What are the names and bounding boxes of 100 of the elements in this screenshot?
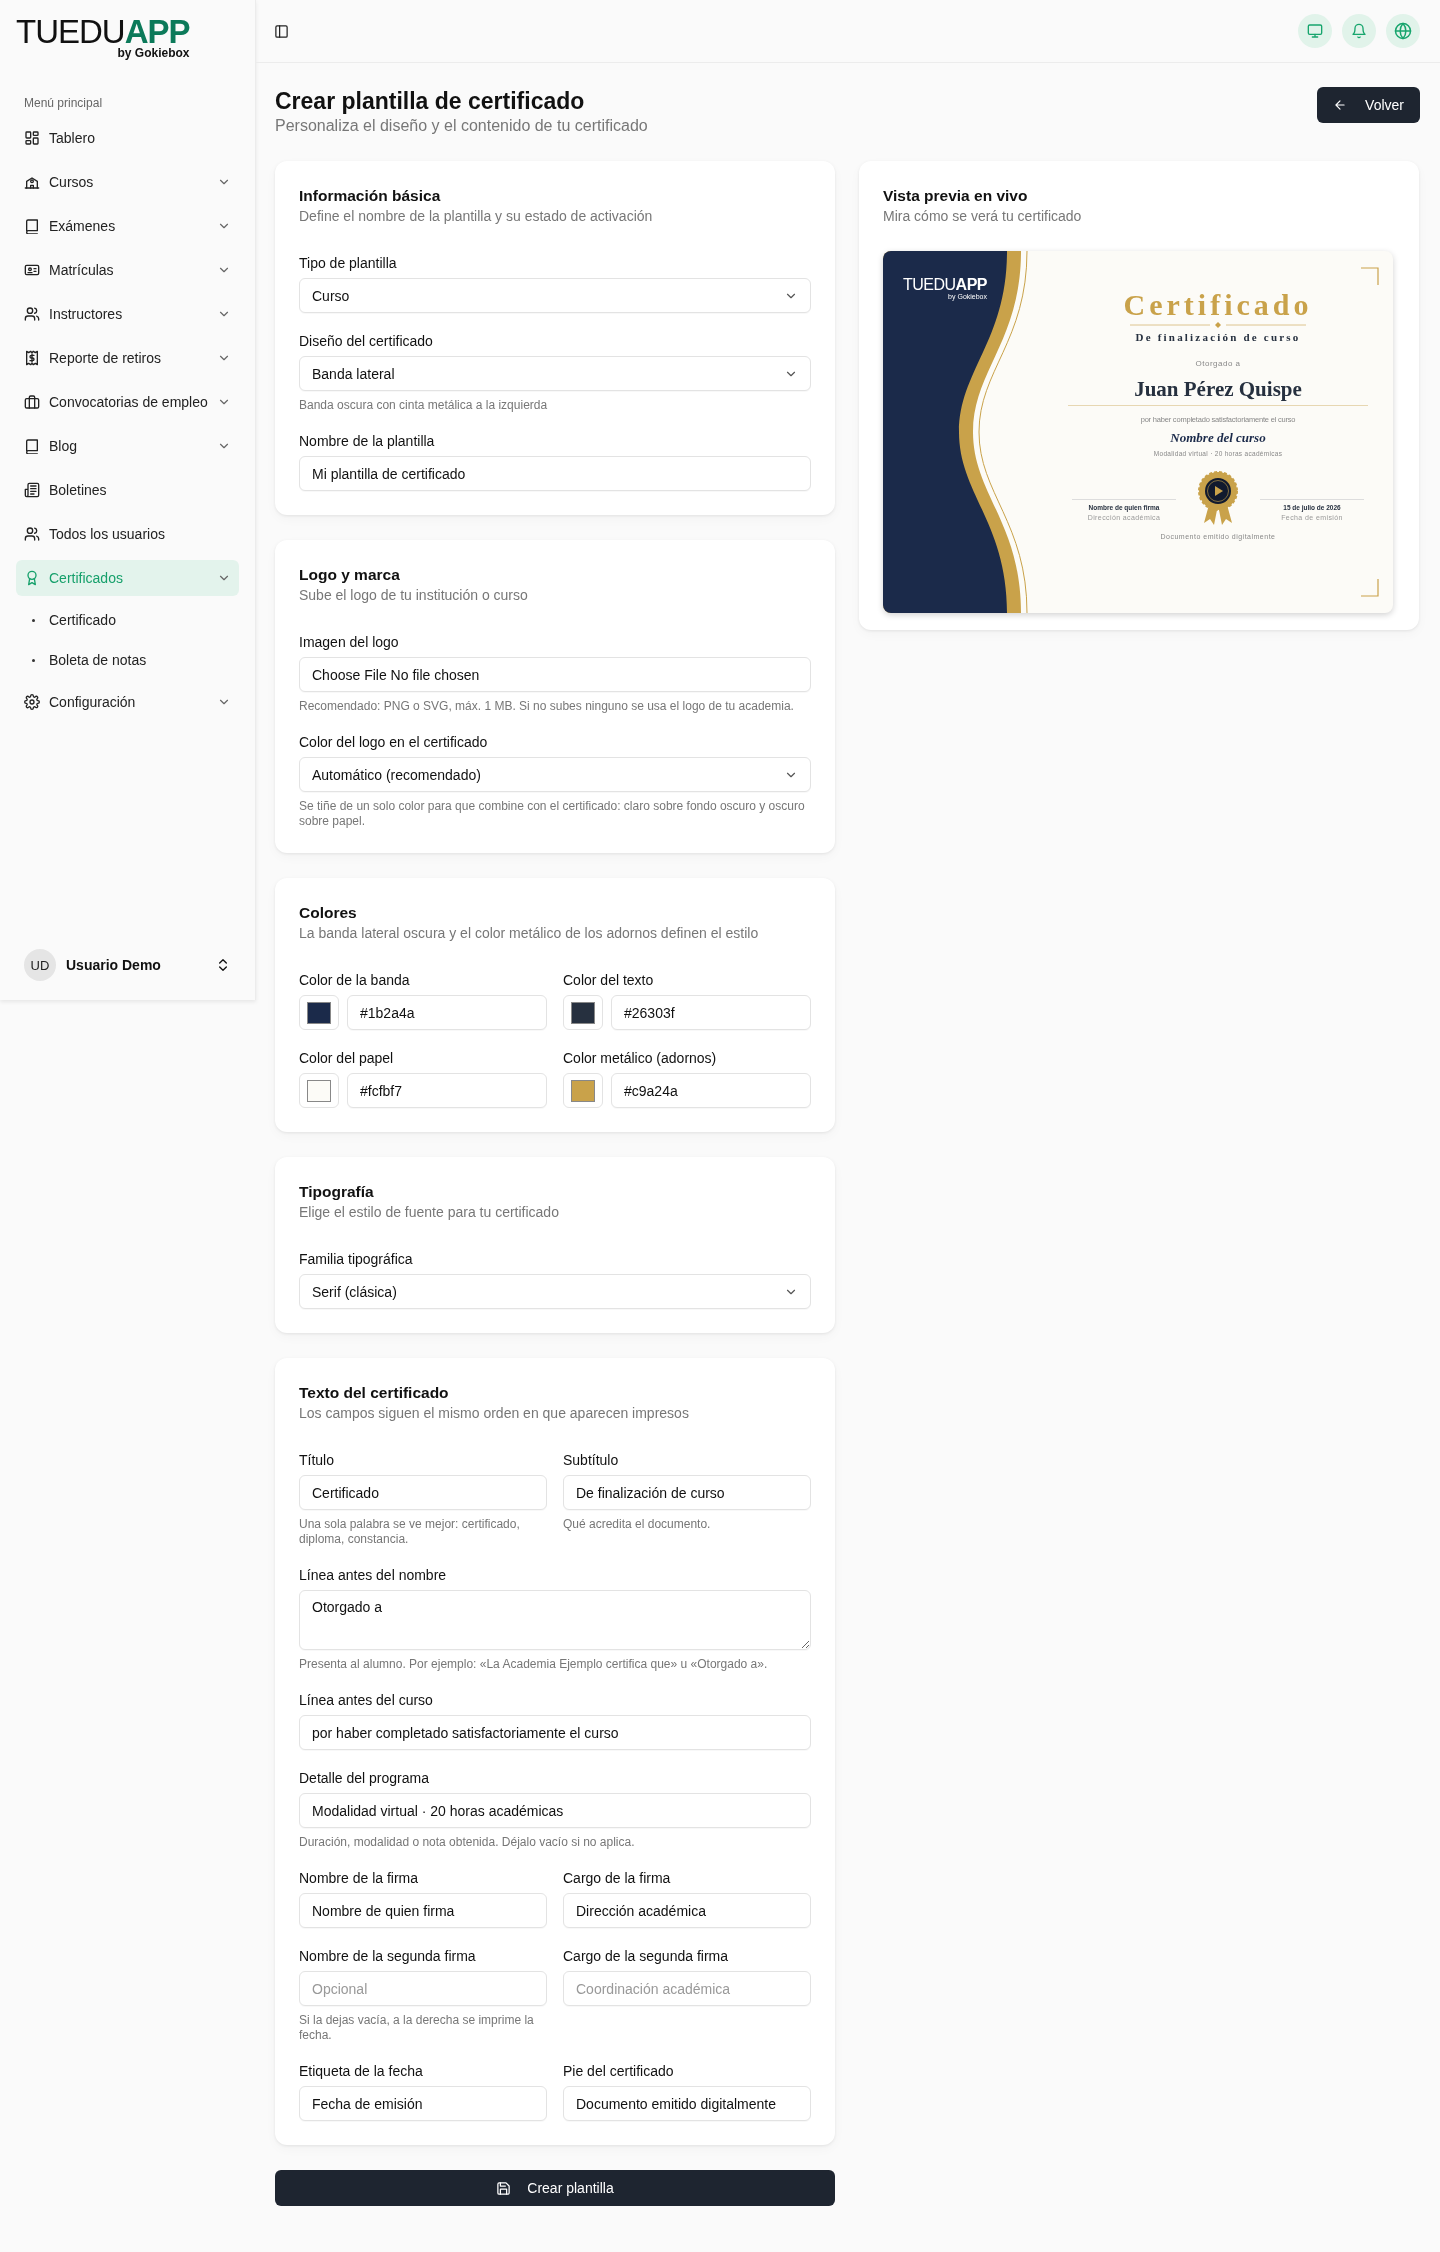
text-input[interactable]: Dirección académica	[563, 1893, 811, 1928]
field-label: Diseño del certificado	[299, 332, 434, 350]
card-title: Información básica	[299, 186, 442, 206]
text-input[interactable]: Opcional	[299, 1971, 547, 2006]
sidebar-item[interactable]: Matrículas	[16, 252, 239, 288]
notifications-button[interactable]	[1342, 14, 1376, 48]
certificate-subtitle: De finalización de curso	[1135, 331, 1301, 343]
card-subtitle: Elige el estilo de fuente para tu certificado	[299, 1203, 560, 1222]
sidebar-item[interactable]: Cursos	[16, 164, 239, 200]
field-hint: Se tiñe de un solo color para que combine con el certificado: claro sobre fondo oscuro y oscuro sobre papel.	[299, 799, 806, 829]
card-title: Tipografía	[299, 1182, 375, 1202]
text-input[interactable]: por haber completado satisfactoriamente el curso	[299, 1715, 811, 1750]
sidebar-subitem[interactable]: Certificado	[16, 604, 239, 636]
user-name[interactable]: Usuario Demo	[66, 957, 205, 973]
select-field[interactable]: Banda lateral	[299, 356, 811, 391]
card-subtitle: Define el nombre de la plantilla y su estado de activación	[299, 207, 654, 226]
monitor-button[interactable]	[1298, 14, 1332, 48]
field-label: Cargo de la firma	[563, 1869, 672, 1887]
field-label: Línea antes del nombre	[299, 1566, 448, 1584]
hex-input[interactable]: #c9a24a	[611, 1073, 811, 1108]
menu-section-label: Menú principal	[24, 96, 104, 110]
text-input[interactable]: Coordinación académica	[563, 1971, 811, 2006]
text-input[interactable]: Nombre de quien firma	[299, 1893, 547, 1928]
field-label: Subtítulo	[563, 1451, 620, 1469]
field-label: Color metálico (adornos)	[563, 1049, 718, 1067]
recipient-name: Juan Pérez Quispe	[1134, 377, 1302, 401]
field-label: Tipo de plantilla	[299, 254, 398, 272]
field-hint: Banda oscura con cinta metálica a la izquierda	[299, 398, 549, 413]
hex-input[interactable]: #1b2a4a	[347, 995, 547, 1030]
text-input[interactable]: Modalidad virtual · 20 horas académicas	[299, 1793, 811, 1828]
text-input[interactable]: Certificado	[299, 1475, 547, 1510]
back-button[interactable]: Volver	[1317, 87, 1420, 123]
bell-icon	[1351, 23, 1367, 39]
text-input[interactable]: Documento emitido digitalmente	[563, 2086, 811, 2121]
sidebar-item[interactable]: Configuración	[16, 684, 239, 720]
arrow-left-icon	[1333, 98, 1348, 112]
language-button[interactable]	[1386, 14, 1420, 48]
monitor-icon	[1307, 23, 1323, 39]
color-picker[interactable]	[299, 995, 339, 1030]
create-button[interactable]: Crear plantilla	[275, 2170, 835, 2206]
globe-icon	[1394, 22, 1412, 40]
card-subtitle: Los campos siguen el mismo orden en que aparecen impresos	[299, 1404, 690, 1423]
sidebar-item[interactable]: Tablero	[16, 120, 239, 156]
sidebar-toggle-icon	[274, 23, 289, 39]
card-title: Vista previa en vivo	[883, 186, 1029, 206]
user-avatar: UD	[24, 949, 56, 981]
text-input[interactable]: Mi plantilla de certificado	[299, 456, 811, 491]
gear-icon	[24, 694, 40, 710]
field-label: Nombre de la plantilla	[299, 432, 436, 450]
hex-input[interactable]: #fcfbf7	[347, 1073, 547, 1108]
newspaper-icon	[24, 482, 40, 498]
select-field[interactable]: Serif (clásica)	[299, 1274, 811, 1309]
field-label: Familia tipográfica	[299, 1250, 414, 1268]
select-field[interactable]: Curso	[299, 278, 811, 313]
text-input[interactable]: Fecha de emisión	[299, 2086, 547, 2121]
card-subtitle: Sube el logo de tu institución o curso	[299, 586, 529, 605]
card-title: Colores	[299, 903, 358, 923]
sidebar-item[interactable]: Boletines	[16, 472, 239, 508]
field-label: Color del logo en el certificado	[299, 733, 489, 751]
field-label: Título	[299, 1451, 335, 1469]
field-hint: Una sola palabra se ve mejor: certificado, diploma, constancia.	[299, 1517, 521, 1547]
corner-ornament	[1361, 579, 1379, 597]
file-input[interactable]: Choose File No file chosen	[299, 657, 811, 692]
card-subtitle: Mira cómo se verá tu certificado	[883, 207, 1083, 226]
field-label: Cargo de la segunda firma	[563, 1947, 729, 1965]
sidebar-item[interactable]: Instructores	[16, 296, 239, 332]
users-icon	[24, 526, 40, 542]
sidebar-item[interactable]: Blog	[16, 428, 239, 464]
field-hint: Duración, modalidad o nota obtenida. Déjalo vacío si no aplica.	[299, 1835, 636, 1850]
seal-drawing	[1198, 471, 1238, 527]
receipt-icon	[24, 350, 40, 366]
field-label: Nombre de la segunda firma	[299, 1947, 477, 1965]
color-picker[interactable]	[563, 995, 603, 1030]
sidebar-item[interactable]: Todos los usuarios	[16, 516, 239, 552]
field-label: Nombre de la firma	[299, 1869, 420, 1887]
card-title: Texto del certificado	[299, 1383, 450, 1403]
color-picker[interactable]	[299, 1073, 339, 1108]
text-input[interactable]: De finalización de curso	[563, 1475, 811, 1510]
field-label: Pie del certificado	[563, 2062, 675, 2080]
color-picker[interactable]	[563, 1073, 603, 1108]
intro-text: Otorgado a	[1195, 359, 1241, 368]
certificate-title: Certificado	[1123, 289, 1313, 321]
field-label: Etiqueta de la fecha	[299, 2062, 424, 2080]
field-label: Color del texto	[563, 971, 655, 989]
app-logo[interactable]: TUEDUAPP by Gokiebox	[16, 16, 190, 60]
users-icon	[24, 306, 40, 322]
field-label: Detalle del programa	[299, 1769, 430, 1787]
field-label: Color de la banda	[299, 971, 411, 989]
hex-input[interactable]: #26303f	[611, 995, 811, 1030]
textarea-input[interactable]: Otorgado a	[299, 1590, 811, 1650]
field-hint: Recomendado: PNG o SVG, máx. 1 MB. Si no subes ninguno se usa el logo de tu academia.	[299, 699, 795, 714]
sidebar-item[interactable]: Reporte de retiros	[16, 340, 239, 376]
page-subtitle: Personaliza el diseño y el contenido de tu certificado	[275, 117, 648, 135]
briefcase-icon	[24, 394, 40, 410]
select-field[interactable]: Automático (recomendado)	[299, 757, 811, 792]
sidebar-subitem[interactable]: Boleta de notas	[16, 644, 239, 676]
award-icon	[24, 570, 40, 586]
sidebar-item[interactable]: Convocatorias de empleo	[16, 384, 239, 420]
sidebar-item[interactable]: Exámenes	[16, 208, 239, 244]
save-icon	[496, 2180, 512, 2196]
